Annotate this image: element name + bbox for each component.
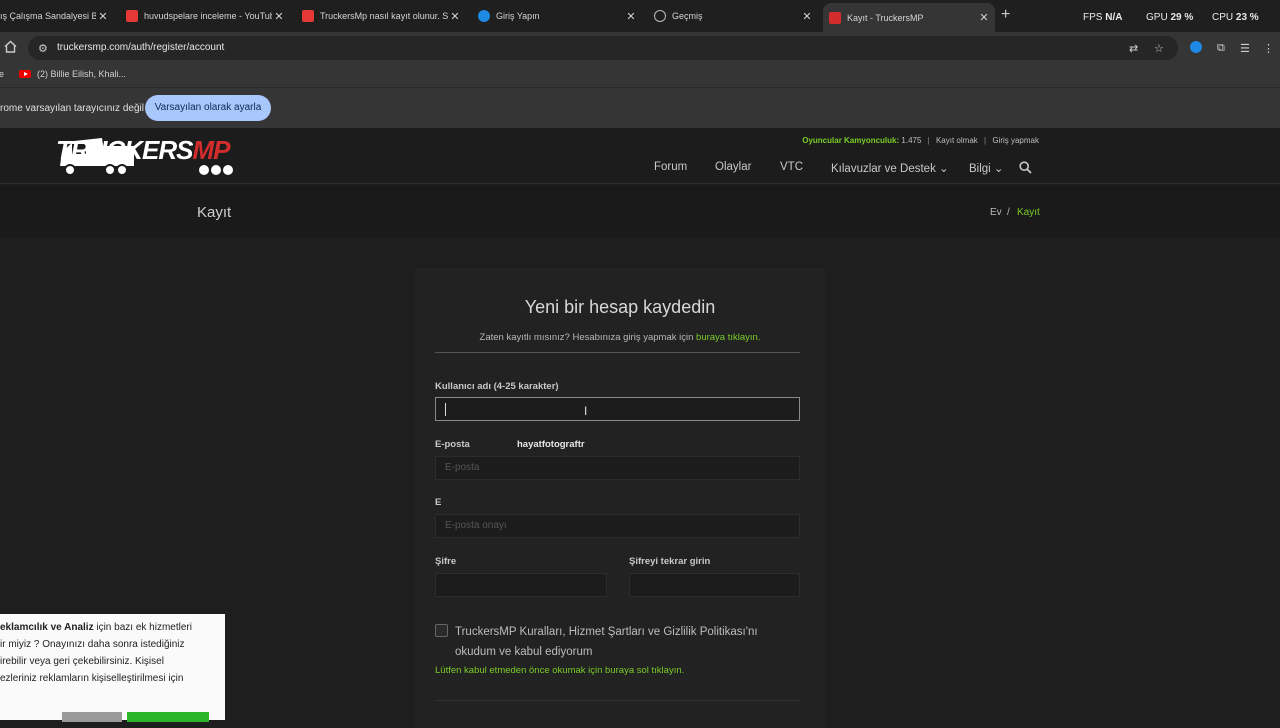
email-confirm-label: E (435, 497, 442, 508)
infobar-message: rome varsayılan tarayıcınız değil (0, 103, 144, 114)
text-cursor-icon: I (584, 404, 588, 418)
history-icon (654, 10, 666, 22)
cpu-readout: CPU 23 % (1212, 12, 1259, 23)
login-link[interactable]: Giriş yapmak (992, 136, 1039, 145)
cookie-accept-button[interactable] (127, 712, 209, 722)
breadcrumb-current: Kayıt (1017, 207, 1040, 218)
browser-tab[interactable]: Geçmiş ✕ (648, 4, 818, 28)
cookie-decline-button[interactable] (62, 712, 122, 722)
truckersmp-favicon-icon (829, 11, 841, 24)
extensions-puzzle-icon[interactable]: ⧉ (1217, 42, 1225, 55)
password-input[interactable] (435, 573, 607, 597)
extension-icon[interactable] (1190, 41, 1202, 53)
menu-icon[interactable]: ⋮ (1263, 42, 1274, 55)
fps-readout: FPS N/A (1083, 12, 1123, 23)
cookie-text-line: ezleriniz reklamların kişiselleştirilmes… (0, 673, 184, 684)
tab-title: TruckersMp nasıl kayıt olunur. Siz (320, 11, 448, 21)
login-here-link[interactable]: buraya tıklayın. (696, 332, 760, 343)
nav-forum[interactable]: Forum (654, 161, 687, 173)
nav-info[interactable]: Bilgi ⌄ (969, 161, 1004, 175)
header-topline: Oyuncular Kamyonculuk: 1.475 | Kayıt olm… (802, 136, 1039, 145)
bookmark-item[interactable]: be (0, 69, 4, 79)
players-label: Oyuncular Kamyonculuk: (802, 136, 900, 145)
form-heading: Yeni bir hesap kaydedin (524, 297, 716, 317)
browser-toolbar: ⚙ truckersmp.com/auth/register/account ⇄… (0, 32, 1280, 62)
tab-title: ış Çalışma Sandalyesi B (0, 11, 96, 21)
gpu-readout: GPU 29 % (1146, 12, 1194, 23)
close-icon[interactable]: ✕ (448, 10, 462, 23)
register-link[interactable]: Kayıt olmak (936, 136, 978, 145)
cookie-text-line: ir miyiz ? Onayınızı daha sonra istediği… (0, 639, 185, 650)
browser-tab-strip: ış Çalışma Sandalyesi B ✕ huvudspelare i… (0, 0, 1280, 32)
players-count: 1.475 (901, 136, 922, 145)
browser-tab[interactable]: ış Çalışma Sandalyesi B ✕ (0, 4, 114, 28)
tab-title: Geçmiş (672, 11, 703, 21)
tab-title: Kayıt - TruckersMP (847, 12, 924, 23)
close-icon[interactable]: ✕ (624, 10, 638, 23)
bookmark-item[interactable]: (2) Billie Eilish, Khali... (19, 69, 126, 79)
separator: | (984, 136, 987, 145)
close-icon[interactable]: ✕ (272, 10, 286, 23)
divider (435, 700, 800, 701)
terms-note-link[interactable]: Lütfen kabul etmeden önce okumak için bu… (435, 665, 684, 676)
username-input[interactable] (435, 397, 800, 421)
email-input[interactable]: E-posta (435, 456, 800, 480)
browser-tab[interactable]: huvudspelare inceleme - YouTube ✕ (120, 4, 290, 28)
nav-vtc[interactable]: VTC (780, 161, 803, 173)
email-confirm-input[interactable]: E-posta onayı (435, 514, 800, 538)
browser-tab[interactable]: Giriş Yapın ✕ (472, 4, 642, 28)
breadcrumb-separator: / (1007, 207, 1010, 218)
site-header: TRUCKERSMP Oyuncular Kamyonculuk: 1.475 … (0, 128, 1280, 184)
nav-events[interactable]: Olaylar (715, 161, 751, 173)
close-icon[interactable]: ✕ (977, 11, 991, 24)
password-confirm-label: Şifreyi tekrar girin (629, 556, 711, 567)
new-tab-button[interactable]: + (1001, 6, 1010, 24)
address-bar[interactable]: ⚙ truckersmp.com/auth/register/account (28, 36, 1178, 60)
steam-icon (478, 10, 490, 22)
tab-title: Giriş Yapın (496, 11, 540, 21)
text-caret (445, 403, 446, 416)
site-settings-icon[interactable]: ⚙ (38, 42, 48, 55)
autocomplete-suggestion[interactable]: hayatfotograftr (517, 439, 585, 450)
password-confirm-input[interactable] (629, 573, 800, 597)
url-text[interactable]: truckersmp.com/auth/register/account (57, 42, 224, 53)
cookie-text-line: eklamcılık ve Analiz için bazı ek hizmet… (0, 622, 192, 633)
youtube-icon (19, 70, 31, 78)
terms-checkbox[interactable] (435, 624, 448, 637)
email-label: E-posta (435, 439, 470, 450)
password-label: Şifre (435, 556, 457, 567)
nav-guides-support[interactable]: Kılavuzlar ve Destek ⌄ (831, 161, 949, 175)
page-title-bar: Kayıt Ev / Kayıt (0, 185, 1280, 238)
cookie-consent-popup: eklamcılık ve Analiz için bazı ek hizmet… (0, 614, 225, 722)
browser-tab-active[interactable]: Kayıt - TruckersMP ✕ (823, 3, 995, 32)
bookmarks-bar: be (2) Billie Eilish, Khali... (0, 62, 1280, 88)
divider (435, 352, 800, 353)
cookie-text-line: irebilir veya geri çekebilirsiniz. Kişis… (0, 656, 164, 667)
home-icon[interactable] (4, 40, 17, 53)
set-default-button[interactable]: Varsayılan olarak ayarla (145, 95, 271, 121)
truck-wheels-icon (197, 163, 235, 177)
sidebar-icon[interactable]: ☰ (1240, 42, 1250, 55)
separator: | (927, 136, 930, 145)
close-icon[interactable]: ✕ (800, 10, 814, 23)
translate-icon[interactable]: ⇄ (1129, 42, 1138, 55)
username-label: Kullanıcı adı (4-25 karakter) (435, 381, 559, 392)
browser-tab[interactable]: TruckersMp nasıl kayıt olunur. Siz ✕ (296, 4, 466, 28)
tab-title: huvudspelare inceleme - YouTube (144, 11, 272, 21)
youtube-icon (302, 10, 314, 22)
breadcrumb-home[interactable]: Ev (990, 207, 1002, 218)
terms-text: TruckersMP Kuralları, Hizmet Şartları ve… (455, 626, 758, 658)
bookmark-star-icon[interactable]: ☆ (1154, 42, 1164, 55)
form-subtitle: Zaten kayıtlı mısınız? Hesabınıza giriş … (479, 332, 761, 343)
search-icon[interactable] (1019, 161, 1032, 174)
default-browser-infobar: rome varsayılan tarayıcınız değil Varsay… (0, 88, 1280, 128)
close-icon[interactable]: ✕ (96, 10, 110, 23)
page-title: Kayıt (197, 204, 232, 221)
truckersmp-logo[interactable]: TRUCKERSMP (56, 132, 261, 180)
youtube-icon (126, 10, 138, 22)
